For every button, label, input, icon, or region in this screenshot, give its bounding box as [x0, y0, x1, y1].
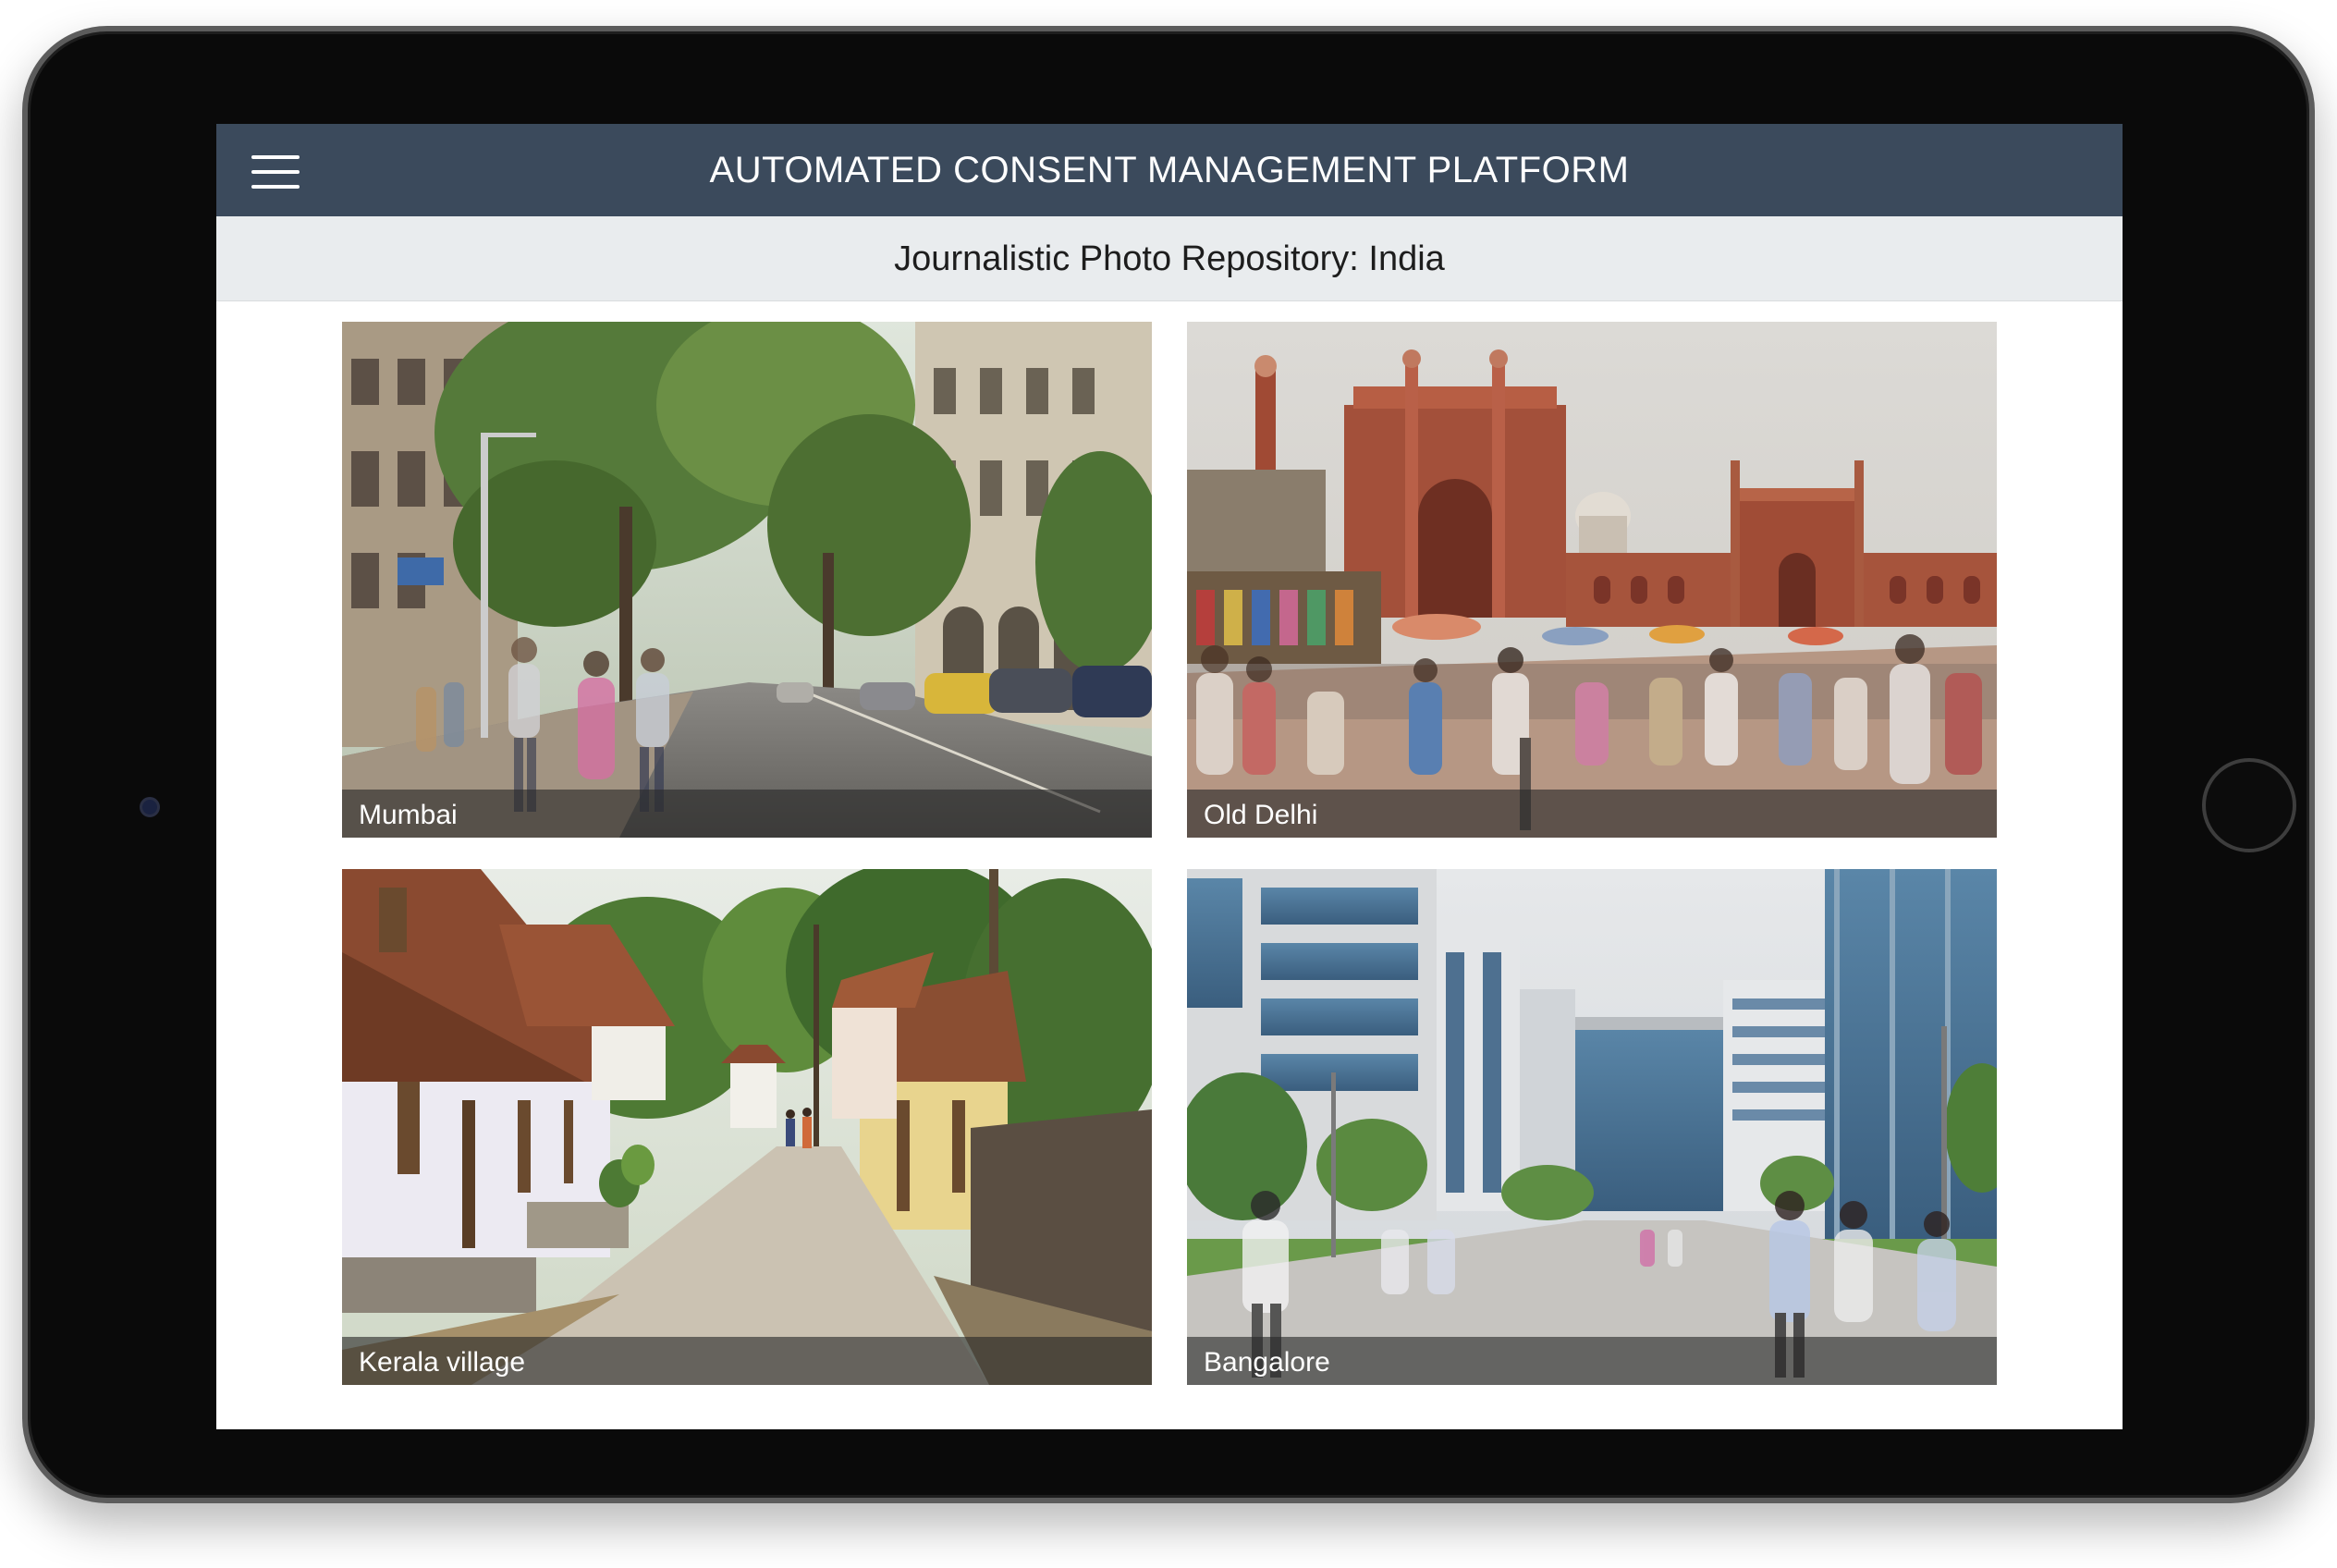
photo-card-mumbai[interactable]: Mumbai: [342, 322, 1152, 838]
front-camera: [140, 797, 160, 817]
caption-bar: Bangalore: [1187, 1337, 1997, 1385]
photo-mumbai: [342, 322, 1152, 838]
photo-caption-mumbai: Mumbai: [359, 800, 458, 830]
caption-bar: Mumbai: [342, 790, 1152, 838]
caption-bar: Old Delhi: [1187, 790, 1997, 838]
home-button[interactable]: [2202, 758, 2296, 852]
app-header: AUTOMATED CONSENT MANAGEMENT PLATFORM: [216, 124, 2123, 216]
photo-bangalore: [1187, 869, 1997, 1385]
app-screen: AUTOMATED CONSENT MANAGEMENT PLATFORM Jo…: [216, 124, 2123, 1429]
photo-caption-old-delhi: Old Delhi: [1204, 800, 1318, 830]
photo-card-old-delhi[interactable]: Old Delhi: [1187, 322, 1997, 838]
app-title: AUTOMATED CONSENT MANAGEMENT PLATFORM: [709, 150, 1630, 190]
photo-caption-kerala-village: Kerala village: [359, 1347, 526, 1378]
photo-card-kerala-village[interactable]: Kerala village: [342, 869, 1152, 1385]
page-title: Journalistic Photo Repository: India: [894, 239, 1445, 278]
hamburger-menu-icon[interactable]: [251, 155, 300, 189]
caption-bar: Kerala village: [342, 1337, 1152, 1385]
photo-old-delhi: [1187, 322, 1997, 838]
photo-kerala-village: [342, 869, 1152, 1385]
photo-caption-bangalore: Bangalore: [1204, 1347, 1330, 1378]
repository-subheader: Journalistic Photo Repository: India: [216, 216, 2123, 301]
photo-card-bangalore[interactable]: Bangalore: [1187, 869, 1997, 1385]
